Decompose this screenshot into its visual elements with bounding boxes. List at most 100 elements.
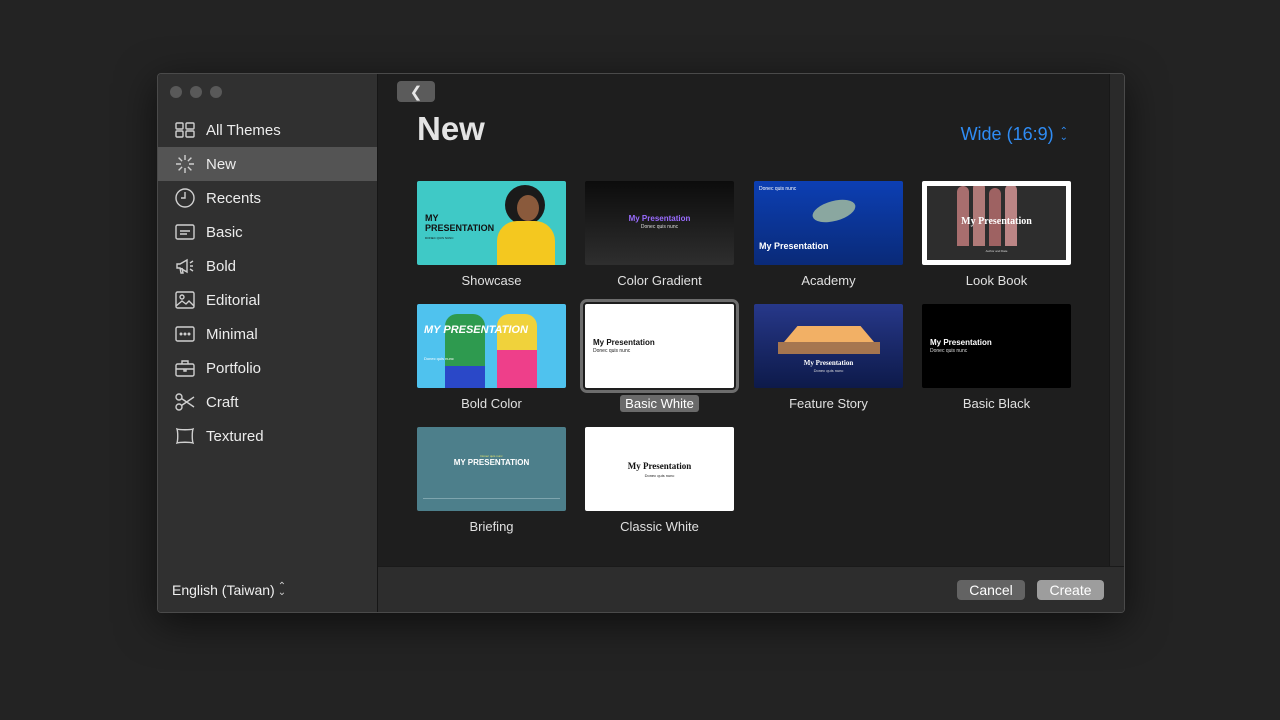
theme-feature-story[interactable]: My Presentation Donec quis nunc Feature … — [754, 304, 903, 413]
theme-look-book[interactable]: My Presentation Author and Date Look Boo… — [922, 181, 1071, 290]
thumb-title: My Presentation — [593, 338, 655, 347]
theme-showcase[interactable]: MY PRESENTATION DONEC QUIS NUNC Showcase — [417, 181, 566, 290]
sidebar-item-new[interactable]: New — [158, 147, 377, 181]
sidebar-item-label: Portfolio — [206, 359, 262, 377]
sidebar-item-minimal[interactable]: Minimal — [158, 317, 377, 351]
theme-bold-color[interactable]: MY PRESENTATION Donec quis nunc Bold Col… — [417, 304, 566, 413]
thumb-title: My Presentation — [627, 461, 692, 471]
chevron-left-icon: ❮ — [409, 83, 423, 101]
traffic-lights — [170, 86, 222, 98]
sidebar-item-all-themes[interactable]: All Themes — [158, 113, 377, 147]
sidebar-item-craft[interactable]: Craft — [158, 385, 377, 419]
sidebar-item-label: Textured — [206, 427, 264, 445]
sidebar-item-label: Editorial — [206, 291, 261, 309]
theme-thumbnail: My Presentation Donec quis nunc — [754, 304, 903, 388]
theme-name: Showcase — [461, 273, 522, 288]
sidebar-item-label: Basic — [206, 223, 243, 241]
theme-basic-black[interactable]: My Presentation Donec quis nunc Basic Bl… — [922, 304, 1071, 413]
theme-thumbnail: My Presentation Donec quis nunc — [922, 304, 1071, 388]
thumb-title: My Presentation — [961, 216, 1032, 227]
sidebar-item-label: Recents — [206, 189, 262, 207]
theme-thumbnail: My Presentation Donec quis nunc — [580, 299, 739, 393]
aspect-ratio-selector[interactable]: Wide (16:9) ⌃ ⌄ — [961, 124, 1068, 145]
thumb-subtitle: Donec quis nunc — [593, 348, 631, 354]
theme-name: Color Gradient — [617, 273, 702, 288]
sidebar-item-portfolio[interactable]: Portfolio — [158, 351, 377, 385]
sidebar-item-label: New — [206, 155, 237, 173]
thumb-title: My Presentation — [628, 214, 691, 223]
page-title: New — [417, 110, 485, 147]
footer-bar: Cancel Create — [378, 566, 1124, 612]
theme-name: Basic Black — [962, 396, 1031, 411]
thumb-title: MY PRESENTATION — [424, 324, 528, 336]
new-icon — [174, 153, 196, 175]
sidebar-item-label: Bold — [206, 257, 237, 275]
thumb-subtitle: Author and Date — [985, 249, 1008, 253]
sidebar-item-textured[interactable]: Textured — [158, 419, 377, 453]
theme-name: Basic White — [620, 395, 699, 412]
theme-thumbnail: My Presentation Donec quis nunc — [585, 427, 734, 511]
thumb-title: My Presentation — [930, 338, 992, 347]
theme-name: Academy — [801, 273, 856, 288]
aspect-ratio-label: Wide (16:9) — [960, 124, 1054, 144]
megaphone-icon — [174, 255, 196, 277]
thumb-subtitle: Donec quis nunc — [759, 186, 797, 192]
theme-thumbnail: Donec quis nunc My Presentation — [754, 181, 903, 265]
briefcase-icon — [174, 357, 196, 379]
scrollbar[interactable] — [1109, 74, 1124, 567]
sidebar-item-label: Minimal — [206, 325, 258, 343]
theme-color-gradient[interactable]: My Presentation Donec quis nunc Color Gr… — [585, 181, 734, 290]
sidebar-item-label: All Themes — [206, 121, 281, 139]
thumb-title: MY PRESENTATION — [425, 213, 495, 233]
sidebar-item-label: Craft — [206, 393, 239, 411]
theme-thumbnail: MY PRESENTATION Donec quis nunc — [417, 304, 566, 388]
main-panel: ❮ New Wide (16:9) ⌃ ⌄ MY PRESENTATION DON… — [378, 74, 1124, 612]
thumb-title: My Presentation — [803, 359, 854, 367]
thumb-subtitle: Donec quis nunc — [813, 368, 844, 373]
close-window-button[interactable] — [170, 86, 182, 98]
theme-basic-white[interactable]: My Presentation Donec quis nunc Basic Wh… — [580, 299, 739, 413]
clock-icon — [174, 187, 196, 209]
textured-icon — [174, 425, 196, 447]
language-label: English (Taiwan) — [172, 582, 275, 598]
back-button[interactable]: ❮ — [397, 81, 435, 102]
sidebar-item-editorial[interactable]: Editorial — [158, 283, 377, 317]
basic-icon — [174, 221, 196, 243]
theme-academy[interactable]: Donec quis nunc My Presentation Academy — [754, 181, 903, 290]
thumb-subtitle: DONEC QUIS NUNC — [425, 236, 454, 240]
theme-thumbnail: My Presentation Donec quis nunc — [585, 181, 734, 265]
thumb-title: My Presentation — [759, 241, 829, 251]
cancel-button[interactable]: Cancel — [957, 580, 1025, 600]
image-icon — [174, 289, 196, 311]
sidebar-item-bold[interactable]: Bold — [158, 249, 377, 283]
theme-name: Classic White — [620, 519, 699, 534]
zoom-window-button[interactable] — [210, 86, 222, 98]
theme-thumbnail: MY PRESENTATION DONEC QUIS NUNC — [417, 181, 566, 265]
updown-chevron-icon: ⌃ ⌄ — [1059, 125, 1068, 143]
ellipsis-box-icon — [174, 323, 196, 345]
create-button[interactable]: Create — [1037, 580, 1104, 600]
sidebar-nav: All Themes New Recents Basic Bold Editor… — [158, 113, 377, 453]
thumb-title: MY PRESENTATION — [453, 458, 530, 467]
minimize-window-button[interactable] — [190, 86, 202, 98]
thumb-subtitle: Donec quis nunc — [480, 454, 503, 458]
updown-chevron-icon: ⌃ ⌄ — [277, 581, 287, 598]
language-selector[interactable]: English (Taiwan) ⌃ ⌄ — [172, 581, 287, 599]
thumb-subtitle: Donec quis nunc — [644, 473, 675, 478]
all-themes-icon — [174, 119, 196, 141]
theme-name: Feature Story — [789, 396, 868, 411]
theme-briefing[interactable]: MY PRESENTATION Donec quis nunc Briefing — [417, 427, 566, 536]
thumb-subtitle: Donec quis nunc — [640, 224, 679, 230]
theme-classic-white[interactable]: My Presentation Donec quis nunc Classic … — [585, 427, 734, 536]
theme-chooser-window: All Themes New Recents Basic Bold Editor… — [157, 73, 1125, 613]
sidebar: All Themes New Recents Basic Bold Editor… — [158, 74, 378, 612]
thumb-subtitle: Donec quis nunc — [930, 348, 968, 354]
theme-thumbnail: My Presentation Author and Date — [922, 181, 1071, 265]
theme-name: Look Book — [965, 273, 1028, 288]
theme-thumbnail: MY PRESENTATION Donec quis nunc — [417, 427, 566, 511]
scissors-icon — [174, 391, 196, 413]
theme-name: Briefing — [469, 519, 514, 534]
sidebar-item-recents[interactable]: Recents — [158, 181, 377, 215]
thumb-subtitle: Donec quis nunc — [424, 356, 454, 361]
sidebar-item-basic[interactable]: Basic — [158, 215, 377, 249]
